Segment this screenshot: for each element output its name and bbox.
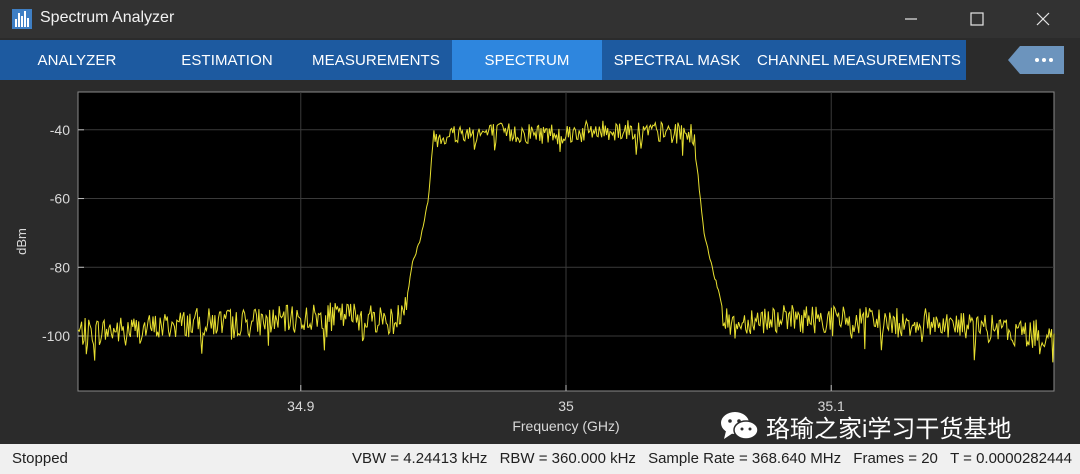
minimize-button[interactable]: [888, 0, 934, 38]
status-bar: Stopped VBW = 4.24413 kHz RBW = 360.000 …: [0, 444, 1080, 474]
status-vbw: VBW = 4.24413 kHz: [351, 450, 488, 467]
status-frames: Frames = 20: [853, 450, 938, 467]
status-rbw: RBW = 360.000 kHz: [499, 450, 636, 467]
more-options-button[interactable]: [1008, 46, 1064, 74]
maximize-icon: [970, 12, 984, 26]
y-axis-label: dBm: [14, 228, 29, 255]
spectrum-analyzer-icon: [12, 9, 32, 29]
title-bar: Spectrum Analyzer: [0, 0, 1080, 38]
wechat-icon: [721, 412, 759, 440]
status-sample-rate: Sample Rate = 368.640 MHz: [648, 450, 842, 467]
window-title: Spectrum Analyzer: [40, 9, 175, 26]
y-tick-label: -60: [50, 191, 70, 207]
tab-estimation[interactable]: ESTIMATION: [154, 40, 300, 80]
watermark: 珞瑜之家i学习干货基地: [718, 408, 1011, 444]
tab-spectral-mask[interactable]: SPECTRAL MASK: [602, 40, 752, 80]
status-time: T = 0.0000282444: [950, 450, 1072, 467]
x-tick-label: 35: [558, 398, 574, 414]
y-tick-label: -80: [50, 259, 70, 275]
maximize-button[interactable]: [954, 0, 1000, 38]
y-tick-label: -100: [42, 328, 70, 344]
ellipsis-icon: [1008, 46, 1064, 74]
x-tick-label: 34.9: [287, 398, 314, 414]
tab-spectrum[interactable]: SPECTRUM: [452, 40, 602, 80]
x-axis-label: Frequency (GHz): [512, 418, 619, 434]
watermark-text: 珞瑜之家i学习干货基地: [766, 415, 1012, 443]
status-measurements: VBW = 4.24413 kHz RBW = 360.000 kHz Samp…: [344, 450, 1072, 467]
minimize-icon: [905, 18, 917, 20]
ribbon-tabs: ANALYZER ESTIMATION MEASUREMENTS SPECTRU…: [0, 40, 966, 80]
spectrum-chart[interactable]: 34.9 35 35.1-40-60-80-100Frequency (GHz)dB…: [0, 80, 1080, 444]
status-state: Stopped: [12, 450, 68, 467]
tab-analyzer[interactable]: ANALYZER: [0, 40, 154, 80]
close-button[interactable]: [1020, 0, 1066, 38]
close-icon: [1036, 12, 1050, 26]
plot-area: 34.9 35 35.1 -40 -60 -80 -100 Frequency (GHz) dB…: [0, 80, 1080, 444]
y-tick-label: -40: [50, 122, 70, 138]
tab-measurements[interactable]: MEASUREMENTS: [300, 40, 452, 80]
tab-channel-measurements[interactable]: CHANNEL MEASUREMENTS: [752, 40, 966, 80]
